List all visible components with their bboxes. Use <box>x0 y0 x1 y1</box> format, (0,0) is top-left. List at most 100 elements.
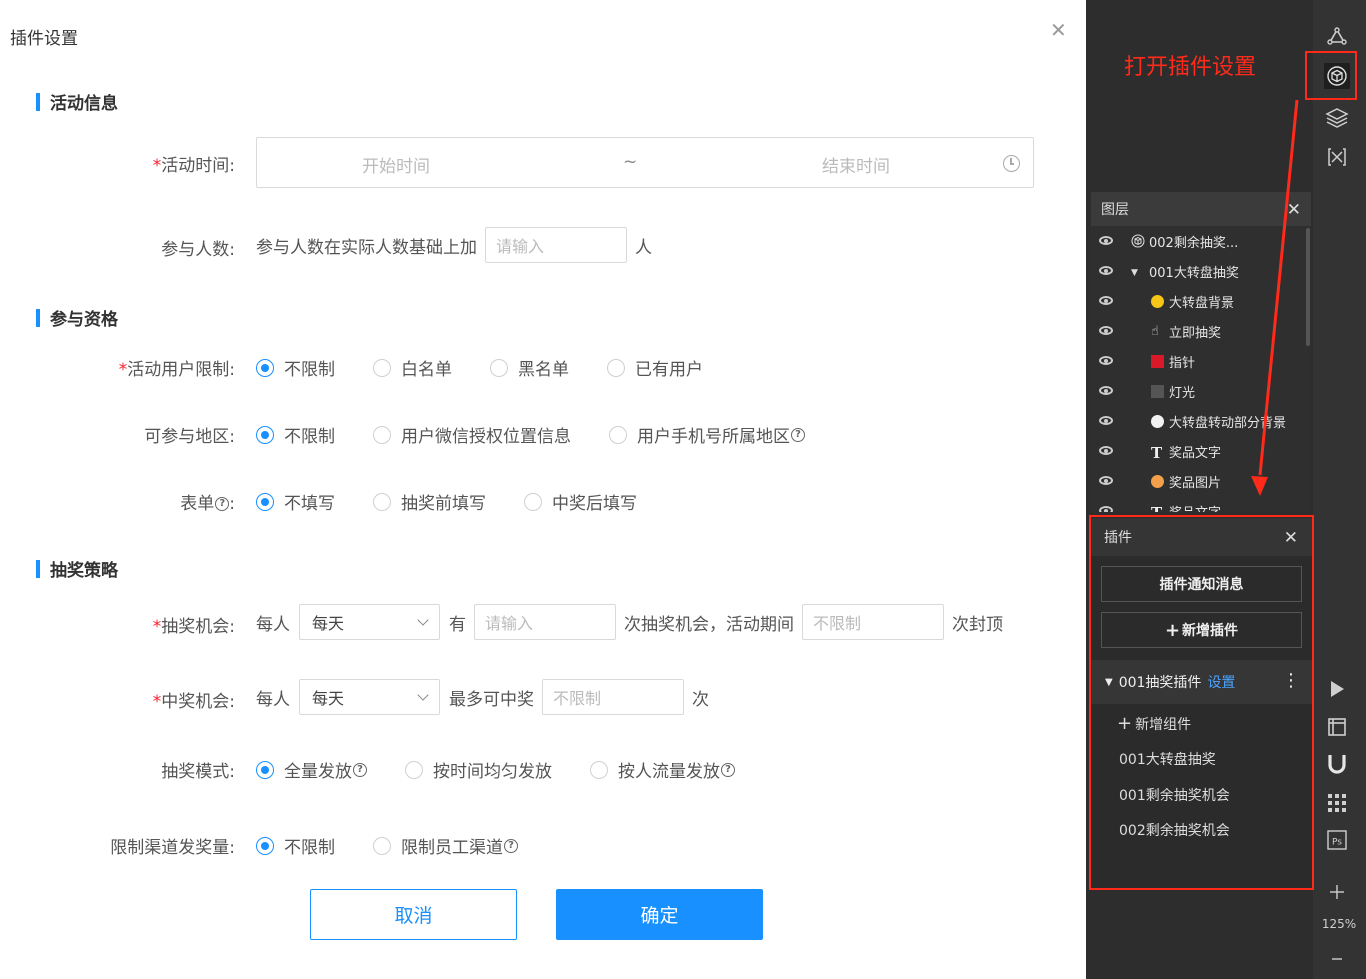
caret-down-icon[interactable]: ▼ <box>1131 264 1138 279</box>
help-icon[interactable]: ? <box>215 497 230 511</box>
plugin-settings-dialog: 插件设置 ✕ 活动信息 *活动时间: 开始时间 ~ 结束时间 参与人数: 参与人… <box>0 0 1086 979</box>
radio-user-unlimited[interactable]: 不限制 <box>256 355 335 380</box>
help-icon[interactable]: ? <box>791 427 805 442</box>
channel-limit-radio-group: 不限制 限制员工渠道? <box>256 833 556 858</box>
help-icon[interactable]: ? <box>504 838 518 853</box>
eye-icon[interactable] <box>1099 446 1113 455</box>
eye-icon[interactable] <box>1099 266 1113 275</box>
radio-dot[interactable] <box>256 760 274 779</box>
layer-item[interactable]: 指针 <box>1091 346 1311 376</box>
cube-icon <box>1131 234 1145 252</box>
radio-time-even[interactable]: 按时间均匀发放 <box>405 757 552 782</box>
layer-item[interactable]: T 奖品文字 <box>1091 436 1311 466</box>
radio-dot[interactable] <box>256 836 274 855</box>
radio-form-before-draw[interactable]: 抽奖前填写 <box>373 489 486 514</box>
radio-dot[interactable] <box>490 358 508 377</box>
chevron-down-icon <box>417 614 429 626</box>
radio-dot[interactable] <box>609 425 627 444</box>
eye-icon[interactable] <box>1099 296 1113 305</box>
draw-limit-input[interactable]: 不限制 <box>802 604 944 640</box>
radio-whitelist[interactable]: 白名单 <box>373 355 452 380</box>
participants-input[interactable]: 请输入 <box>485 227 627 263</box>
layer-name: 指针 <box>1169 355 1196 371</box>
layer-item[interactable]: 大转盘转动部分背景 <box>1091 406 1311 436</box>
eye-icon[interactable] <box>1099 416 1113 425</box>
eye-icon[interactable] <box>1099 236 1113 245</box>
layer-list: 002剩余抽奖... ▼ 001大转盘抽奖 大转盘背景 ☝ 立即抽奖指针灯光 大转盘转动部分… <box>1091 226 1311 512</box>
radio-dot[interactable] <box>373 492 391 511</box>
radio-wechat-location[interactable]: 用户微信授权位置信息 <box>373 422 571 447</box>
win-chance-label: *中奖机会: <box>152 692 235 712</box>
magnet-icon[interactable] <box>1324 751 1350 777</box>
participants-row: 参与人数在实际人数基础上加 请输入 人 <box>256 227 652 263</box>
help-icon[interactable]: ? <box>721 762 735 777</box>
radio-phone-region[interactable]: 用户手机号所属地区? <box>609 422 805 447</box>
radio-dot[interactable] <box>373 358 391 377</box>
help-icon[interactable]: ? <box>353 762 367 777</box>
layer-item[interactable]: 灯光 <box>1091 376 1311 406</box>
close-icon[interactable]: ✕ <box>1287 200 1301 220</box>
layer-item[interactable]: ☝ 立即抽奖 <box>1091 316 1311 346</box>
recycle-icon[interactable] <box>1324 25 1350 51</box>
layer-item[interactable]: T 奖品文字 <box>1091 496 1311 512</box>
crop-icon[interactable] <box>1324 144 1350 170</box>
confirm-button[interactable]: 确定 <box>556 889 763 940</box>
radio-dot[interactable] <box>256 358 274 377</box>
radio-channel-unlimited[interactable]: 不限制 <box>256 833 335 858</box>
draw-chance-row: 每人 每天 有 请输入 次抽奖机会，活动期间 不限制 次封顶 <box>256 604 1003 640</box>
win-limit-input[interactable]: 不限制 <box>542 679 684 715</box>
region-label: 可参与地区: <box>144 427 235 447</box>
layers-scrollbar[interactable] <box>1306 228 1310 346</box>
radio-dot[interactable] <box>373 836 391 855</box>
radio-by-traffic[interactable]: 按人流量发放? <box>590 757 735 782</box>
win-period-select[interactable]: 每天 <box>299 679 440 715</box>
radio-dot[interactable] <box>256 492 274 511</box>
radio-dot[interactable] <box>373 425 391 444</box>
eye-icon[interactable] <box>1099 476 1113 485</box>
participants-suffix: 人 <box>635 237 652 258</box>
radio-dot[interactable] <box>590 760 608 779</box>
white-circle-icon <box>1151 414 1168 429</box>
close-icon[interactable]: ✕ <box>1050 20 1067 40</box>
region-radio-group: 不限制 用户微信授权位置信息 用户手机号所属地区? <box>256 422 843 447</box>
radio-no-form[interactable]: 不填写 <box>256 489 335 514</box>
draw-count-input[interactable]: 请输入 <box>474 604 616 640</box>
radio-region-unlimited[interactable]: 不限制 <box>256 422 335 447</box>
radio-blacklist[interactable]: 黑名单 <box>490 355 569 380</box>
radio-form-after-win[interactable]: 中奖后填写 <box>524 489 637 514</box>
radio-dot[interactable] <box>524 492 542 511</box>
eye-icon[interactable] <box>1099 326 1113 335</box>
radio-existing-users[interactable]: 已有用户 <box>607 355 703 380</box>
radio-dot[interactable] <box>256 425 274 444</box>
have-text: 有 <box>449 614 466 635</box>
layer-item[interactable]: 奖品图片 <box>1091 466 1311 496</box>
radio-staff-channel[interactable]: 限制员工渠道? <box>373 833 518 858</box>
layer-item[interactable]: 大转盘背景 <box>1091 286 1311 316</box>
play-icon[interactable] <box>1324 676 1350 702</box>
eye-icon[interactable] <box>1099 386 1113 395</box>
grid-icon[interactable] <box>1324 790 1350 816</box>
eye-icon[interactable] <box>1099 356 1113 365</box>
zoom-out-icon[interactable] <box>1324 946 1350 972</box>
photoshop-icon[interactable]: Ps <box>1324 827 1350 853</box>
start-time-input[interactable]: 开始时间 <box>362 152 430 177</box>
draw-mode-radio-group: 全量发放? 按时间均匀发放 按人流量发放? <box>256 757 773 782</box>
radio-dot[interactable] <box>607 358 625 377</box>
annotation-text: 打开插件设置 <box>1124 55 1257 80</box>
layer-name: 奖品文字 <box>1169 445 1222 461</box>
zoom-in-icon[interactable] <box>1324 879 1350 905</box>
end-time-input[interactable]: 结束时间 <box>822 152 890 177</box>
layer-item[interactable]: ▼ 001大转盘抽奖 <box>1091 256 1311 286</box>
radio-dot[interactable] <box>405 760 423 779</box>
win-chance-suffix: 次 <box>692 689 709 710</box>
layers-icon[interactable] <box>1324 104 1350 130</box>
frame-icon[interactable] <box>1324 714 1350 740</box>
layer-item[interactable]: 002剩余抽奖... <box>1091 226 1311 256</box>
radio-full-release[interactable]: 全量发放? <box>256 757 367 782</box>
gray-square-icon <box>1151 384 1168 399</box>
activity-time-range-picker[interactable]: 开始时间 ~ 结束时间 <box>256 137 1034 188</box>
cancel-button[interactable]: 取消 <box>310 889 517 940</box>
range-separator: ~ <box>623 152 638 172</box>
draw-period-select[interactable]: 每天 <box>299 604 440 640</box>
eye-icon[interactable] <box>1099 506 1113 512</box>
